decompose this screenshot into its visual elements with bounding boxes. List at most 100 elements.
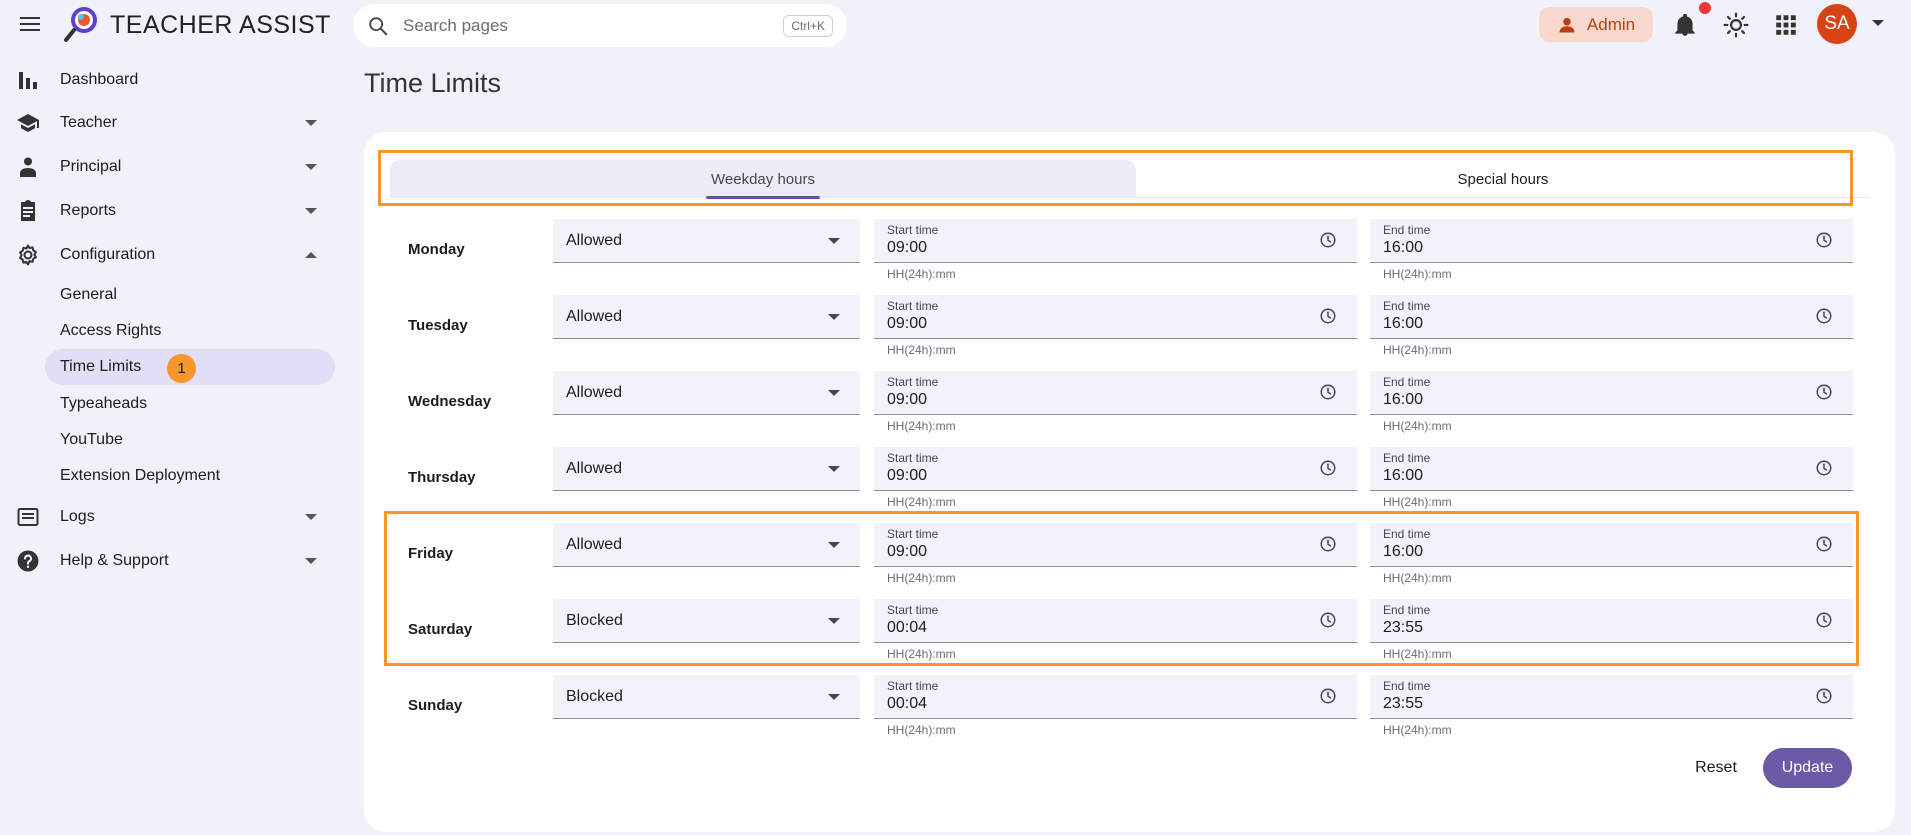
start-time-value: 00:04 (887, 695, 928, 712)
day-row-friday: Friday Allowed Start time 09:00 End time 16:0… (390, 523, 1870, 585)
sidebar-subitem-youtube[interactable]: YouTube (60, 431, 123, 449)
day-label: Tuesday (408, 317, 468, 334)
clock-icon[interactable] (1815, 307, 1833, 325)
end-time-field[interactable]: End time 16:00 (1370, 295, 1853, 339)
clock-icon[interactable] (1319, 611, 1337, 629)
clock-icon[interactable] (1815, 687, 1833, 705)
start-time-field[interactable]: Start time 09:00 (874, 523, 1357, 567)
day-row-tuesday: Tuesday Allowed Start time 09:00 End time 16:… (390, 295, 1870, 357)
end-time-field[interactable]: End time 16:00 (1370, 371, 1853, 415)
day-label: Thursday (408, 469, 476, 486)
sidebar-item-help-support[interactable]: Help & Support (0, 543, 340, 579)
end-time-helper: HH(24h):mm (1383, 495, 1452, 509)
person-icon (1559, 17, 1575, 32)
chevron-down-icon (828, 314, 840, 320)
end-time-field[interactable]: End time 23:55 (1370, 675, 1853, 719)
day-label: Wednesday (408, 393, 492, 410)
status-select[interactable]: Allowed (553, 371, 860, 415)
clock-icon[interactable] (1815, 535, 1833, 553)
end-time-field[interactable]: End time 16:00 (1370, 219, 1853, 263)
sidebar-item-label: Principal (60, 158, 122, 175)
menu-icon[interactable] (18, 12, 42, 36)
sidebar-item-reports[interactable]: Reports (0, 193, 340, 229)
sidebar-item-configuration[interactable]: Configuration (0, 237, 340, 273)
chevron-down-icon (828, 238, 840, 244)
search-bar[interactable]: Search pages Ctrl+K (353, 4, 847, 47)
end-time-value: 23:55 (1383, 695, 1424, 712)
end-time-label: End time (1383, 223, 1431, 237)
start-time-field[interactable]: Start time 09:00 (874, 447, 1357, 491)
chevron-down-icon (828, 466, 840, 472)
end-time-field[interactable]: End time 23:55 (1370, 599, 1853, 643)
status-select[interactable]: Allowed (553, 523, 860, 567)
status-select[interactable]: Allowed (553, 447, 860, 491)
sidebar-item-teacher[interactable]: Teacher (0, 105, 340, 141)
sidebar-item-dashboard[interactable]: Dashboard (0, 62, 340, 98)
clock-icon[interactable] (1319, 307, 1337, 325)
day-row-saturday: Saturday Blocked Start time 00:04 End time 23… (390, 599, 1870, 661)
admin-button[interactable]: Admin (1539, 7, 1653, 42)
clock-icon[interactable] (1319, 383, 1337, 401)
end-time-helper: HH(24h):mm (1383, 723, 1452, 737)
account-menu-chevron-icon[interactable] (1872, 20, 1884, 26)
person-icon (20, 157, 36, 177)
clock-icon[interactable] (1319, 231, 1337, 249)
sidebar-subitem-access-rights[interactable]: Access Rights (60, 322, 161, 340)
clock-icon[interactable] (1815, 611, 1833, 629)
chevron-down-icon (828, 542, 840, 548)
start-time-label: Start time (887, 375, 939, 389)
sidebar-subitem-time-limits[interactable]: Time Limits (60, 358, 141, 376)
end-time-label: End time (1383, 679, 1431, 693)
notifications-icon[interactable] (1672, 12, 1698, 38)
start-time-value: 09:00 (887, 543, 928, 560)
status-value: Allowed (566, 383, 623, 401)
start-time-helper: HH(24h):mm (887, 343, 956, 357)
clock-icon[interactable] (1319, 459, 1337, 477)
status-value: Allowed (566, 459, 623, 477)
end-time-field[interactable]: End time 16:00 (1370, 447, 1853, 491)
end-time-label: End time (1383, 451, 1431, 465)
start-time-field[interactable]: Start time 09:00 (874, 371, 1357, 415)
sidebar-subitem-general[interactable]: General (60, 286, 117, 304)
status-select[interactable]: Blocked (553, 599, 860, 643)
sidebar-subitem-extension-deployment[interactable]: Extension Deployment (60, 467, 220, 485)
start-time-field[interactable]: Start time 00:04 (874, 599, 1357, 643)
update-button[interactable]: Update (1763, 748, 1852, 788)
school-icon (17, 114, 39, 132)
page-title: Time Limits (364, 68, 502, 98)
clock-icon[interactable] (1815, 231, 1833, 249)
clock-icon[interactable] (1815, 459, 1833, 477)
tab-special-hours[interactable]: Special hours (1136, 160, 1870, 198)
end-time-value: 16:00 (1383, 467, 1424, 484)
clock-icon[interactable] (1319, 687, 1337, 705)
status-select[interactable]: Allowed (553, 219, 860, 263)
tab-weekday-hours[interactable]: Weekday hours (390, 160, 1136, 198)
avatar[interactable]: SA (1817, 4, 1857, 44)
chevron-down-icon (305, 208, 317, 214)
status-select[interactable]: Blocked (553, 675, 860, 719)
apps-grid-icon[interactable] (1773, 12, 1799, 38)
end-time-field[interactable]: End time 16:00 (1370, 523, 1853, 567)
sidebar-item-principal[interactable]: Principal (0, 149, 340, 185)
annotation-badge: 1 (167, 354, 196, 383)
status-select[interactable]: Allowed (553, 295, 860, 339)
sidebar-item-logs[interactable]: Logs (0, 499, 340, 535)
start-time-field[interactable]: Start time 09:00 (874, 295, 1357, 339)
start-time-field[interactable]: Start time 09:00 (874, 219, 1357, 263)
sidebar-item-label: Logs (60, 508, 95, 525)
clock-icon[interactable] (1815, 383, 1833, 401)
end-time-helper: HH(24h):mm (1383, 343, 1452, 357)
clipboard-icon (21, 200, 35, 221)
day-label: Friday (408, 545, 454, 562)
start-time-field[interactable]: Start time 00:04 (874, 675, 1357, 719)
day-label: Monday (408, 241, 465, 258)
start-time-label: Start time (887, 527, 939, 541)
clock-icon[interactable] (1319, 535, 1337, 553)
reset-button[interactable]: Reset (1685, 750, 1747, 786)
end-time-label: End time (1383, 375, 1431, 389)
start-time-helper: HH(24h):mm (887, 267, 956, 281)
chevron-down-icon (828, 390, 840, 396)
sidebar-subitem-typeaheads[interactable]: Typeaheads (60, 395, 147, 413)
tab-bar: Weekday hours Special hours (390, 160, 1870, 198)
theme-toggle-icon[interactable] (1723, 12, 1749, 38)
